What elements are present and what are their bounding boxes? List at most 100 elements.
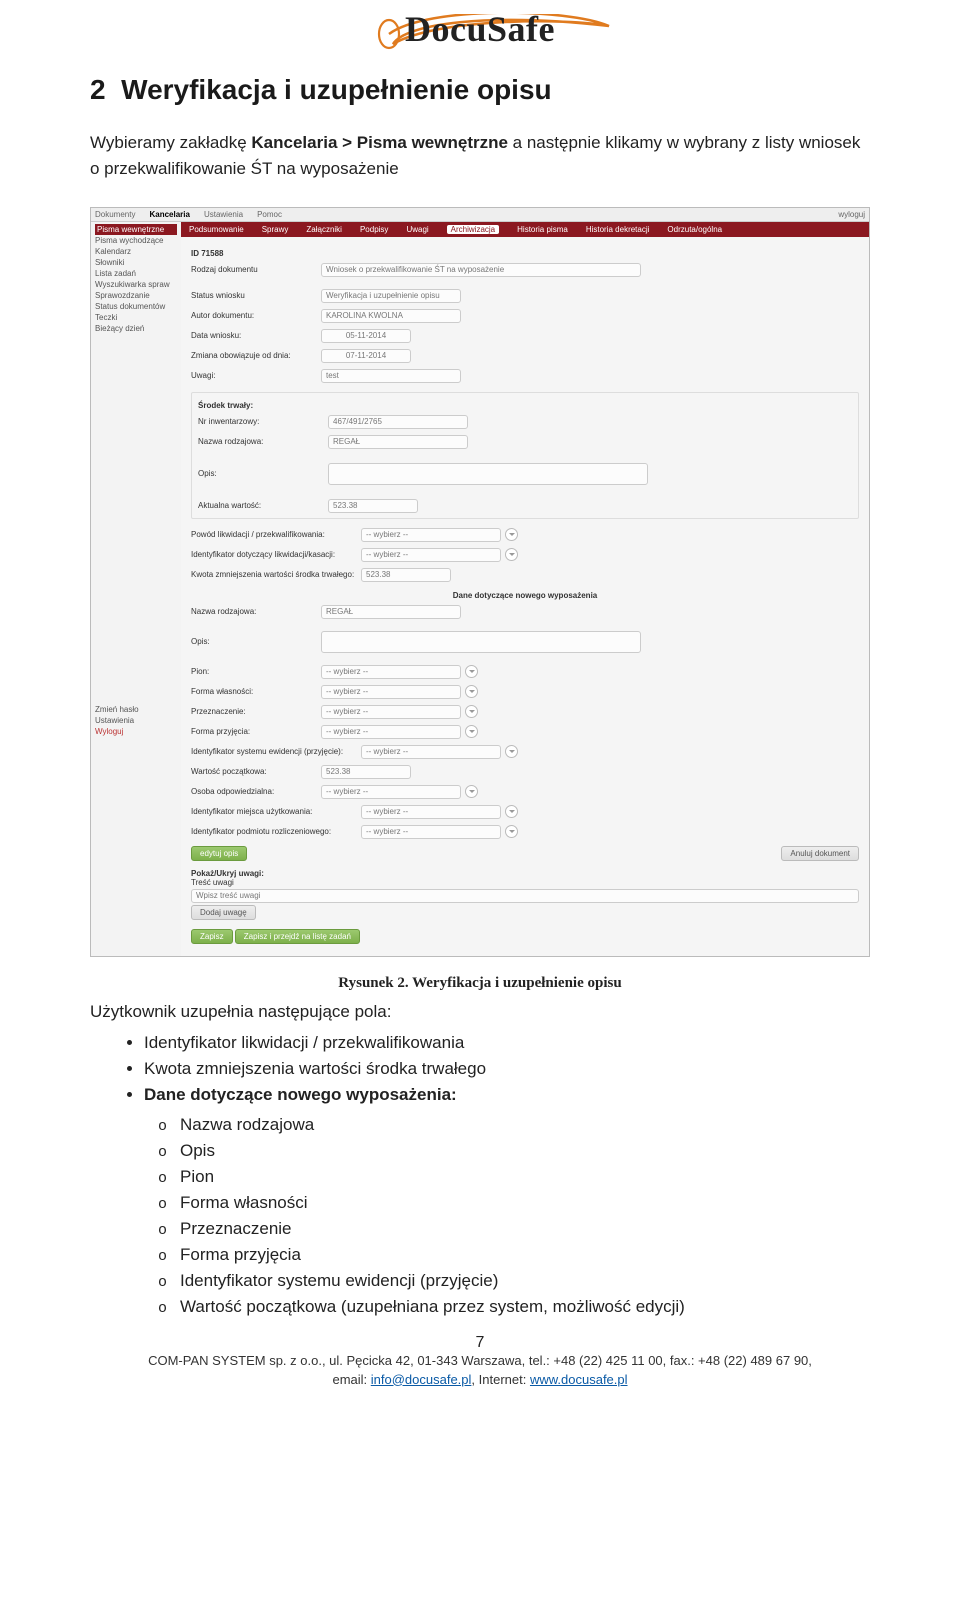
label-miejsce: Identyfikator miejsca użytkowania:	[191, 807, 361, 816]
label-osoba: Osoba odpowiedzialna:	[191, 787, 321, 796]
ribbon-item[interactable]: Historia dekretacji	[586, 225, 650, 234]
select-formaw[interactable]: -- wybierz --	[321, 685, 461, 699]
ribbon-item[interactable]: Odrzuta/ogólna	[667, 225, 722, 234]
sidebar-item[interactable]: Lista zadań	[95, 268, 177, 279]
input-nazwa[interactable]: REGAŁ	[328, 435, 468, 449]
chevron-down-icon[interactable]	[505, 548, 518, 561]
label-nrinw: Nr inwentarzowy:	[198, 417, 328, 426]
sidebar-item[interactable]: Pisma wychodzące	[95, 235, 177, 246]
list-item: Identyfikator systemu ewidencji (przyjęc…	[180, 1268, 870, 1294]
input-aktualna[interactable]: 523.38	[328, 499, 418, 513]
select-idlik[interactable]: -- wybierz --	[361, 548, 501, 562]
page-number: 7	[90, 1320, 870, 1352]
select-przez[interactable]: -- wybierz --	[321, 705, 461, 719]
sub-bullet-list: Nazwa rodzajowa Opis Pion Forma własnośc…	[90, 1112, 870, 1320]
body-line: Użytkownik uzupełnia następujące pola:	[90, 1002, 870, 1022]
label-podmiot: Identyfikator podmiotu rozliczeniowego:	[191, 827, 361, 836]
tab-help[interactable]: Pomoc	[257, 210, 282, 219]
save-list-button[interactable]: Zapisz i przejdź na listę zadań	[235, 929, 360, 944]
input-opis2[interactable]	[321, 631, 641, 653]
footer-email-link[interactable]: info@docusafe.pl	[371, 1372, 472, 1387]
select-miejsce[interactable]: -- wybierz --	[361, 805, 501, 819]
chevron-down-icon[interactable]	[505, 745, 518, 758]
input-opis[interactable]	[328, 463, 648, 485]
chevron-down-icon[interactable]	[465, 685, 478, 698]
ribbon-item[interactable]: Załączniki	[306, 225, 342, 234]
ribbon-item[interactable]: Historia pisma	[517, 225, 568, 234]
select-powod[interactable]: -- wybierz --	[361, 528, 501, 542]
footer-site-link[interactable]: www.docusafe.pl	[530, 1372, 628, 1387]
select-formap[interactable]: -- wybierz --	[321, 725, 461, 739]
sidebar-link[interactable]: Wyloguj	[95, 726, 177, 737]
sidebar-item[interactable]: Status dokumentów	[95, 301, 177, 312]
label-powod: Powód likwidacji / przekwalifikowania:	[191, 530, 361, 539]
sidebar-item[interactable]: Słowniki	[95, 257, 177, 268]
chevron-down-icon[interactable]	[505, 805, 518, 818]
list-item: Przeznaczenie	[180, 1216, 870, 1242]
label-data: Data wniosku:	[191, 331, 321, 340]
input-naz2[interactable]: REGAŁ	[321, 605, 461, 619]
sidebar-item[interactable]: Kalendarz	[95, 246, 177, 257]
edit-button[interactable]: edytuj opis	[191, 846, 247, 861]
list-item: Dane dotyczące nowego wyposażenia:	[144, 1082, 870, 1108]
label-identsys: Identyfikator systemu ewidencji (przyjęc…	[191, 747, 361, 756]
label-uwagi: Uwagi:	[191, 371, 321, 380]
figure-caption: Rysunek 2. Weryfikacja i uzupełnienie op…	[90, 975, 870, 992]
label-formaw: Forma własności:	[191, 687, 321, 696]
logout-link[interactable]: wyloguj	[838, 210, 865, 219]
label-formap: Forma przyjęcia:	[191, 727, 321, 736]
list-item: Wartość początkowa (uzupełniana przez sy…	[180, 1294, 870, 1320]
select-pion[interactable]: -- wybierz --	[321, 665, 461, 679]
input-zmiana[interactable]: 07-11-2014	[321, 349, 411, 363]
tab-documents[interactable]: Dokumenty	[95, 210, 135, 219]
top-tabs: Dokumenty Kancelaria Ustawienia Pomoc wy…	[91, 208, 869, 222]
label-pion: Pion:	[191, 667, 321, 676]
input-kwota[interactable]: 523.38	[361, 568, 451, 582]
chevron-down-icon[interactable]	[465, 665, 478, 678]
sidebar: Pisma wewnętrzne Pisma wychodzące Kalend…	[91, 222, 181, 956]
chevron-down-icon[interactable]	[465, 785, 478, 798]
chevron-down-icon[interactable]	[465, 705, 478, 718]
ribbon-item[interactable]: Sprawy	[262, 225, 289, 234]
toggle-remarks[interactable]: Pokaż/Ukryj uwagi:	[191, 869, 264, 878]
select-podmiot[interactable]: -- wybierz --	[361, 825, 501, 839]
ribbon-item[interactable]: Uwagi	[406, 225, 428, 234]
list-item: Identyfikator likwidacji / przekwalifiko…	[144, 1030, 870, 1056]
select-identsys[interactable]: -- wybierz --	[361, 745, 501, 759]
remark-input[interactable]: Wpisz treść uwagi	[191, 889, 859, 903]
tab-kancelaria[interactable]: Kancelaria	[149, 210, 189, 219]
tab-settings[interactable]: Ustawienia	[204, 210, 243, 219]
ribbon-item[interactable]: Podsumowanie	[189, 225, 244, 234]
input-nrinw[interactable]: 467/491/2765	[328, 415, 468, 429]
add-remark-button[interactable]: Dodaj uwagę	[191, 905, 256, 920]
cancel-doc-button[interactable]: Anuluj dokument	[781, 846, 859, 861]
input-data[interactable]: 05-11-2014	[321, 329, 411, 343]
sidebar-link[interactable]: Zmień hasło	[95, 704, 177, 715]
sidebar-item[interactable]: Bieżący dzień	[95, 323, 177, 334]
label-naz2: Nazwa rodzajowa:	[191, 607, 321, 616]
list-item: Forma przyjęcia	[180, 1242, 870, 1268]
list-item: Opis	[180, 1138, 870, 1164]
chevron-down-icon[interactable]	[465, 725, 478, 738]
ribbon-tabs: Podsumowanie Sprawy Załączniki Podpisy U…	[181, 222, 869, 237]
label-kwota: Kwota zmniejszenia wartości środka trwał…	[191, 570, 361, 579]
input-wartp[interactable]: 523.38	[321, 765, 411, 779]
input-rodzaj[interactable]: Wniosek o przekwalifikowanie ŚT na wypos…	[321, 263, 641, 277]
select-osoba[interactable]: -- wybierz --	[321, 785, 461, 799]
list-item: Kwota zmniejszenia wartości środka trwał…	[144, 1056, 870, 1082]
chevron-down-icon[interactable]	[505, 528, 518, 541]
sidebar-link[interactable]: Ustawienia	[95, 715, 177, 726]
sidebar-item[interactable]: Wyszukiwarka spraw	[95, 279, 177, 290]
save-button[interactable]: Zapisz	[191, 929, 233, 944]
ribbon-item[interactable]: Podpisy	[360, 225, 388, 234]
sidebar-item[interactable]: Sprawozdzanie	[95, 290, 177, 301]
sidebar-item[interactable]: Teczki	[95, 312, 177, 323]
chevron-down-icon[interactable]	[505, 825, 518, 838]
input-uwagi[interactable]: test	[321, 369, 461, 383]
label-zmiana: Zmiana obowiązuje od dnia:	[191, 351, 321, 360]
input-autor: KAROLINA KWOLNA	[321, 309, 461, 323]
sidebar-item[interactable]: Pisma wewnętrzne	[95, 224, 177, 235]
bullet-list: Identyfikator likwidacji / przekwalifiko…	[90, 1030, 870, 1108]
ribbon-item-active[interactable]: Archiwizacja	[447, 225, 499, 234]
label-przez: Przeznaczenie:	[191, 707, 321, 716]
